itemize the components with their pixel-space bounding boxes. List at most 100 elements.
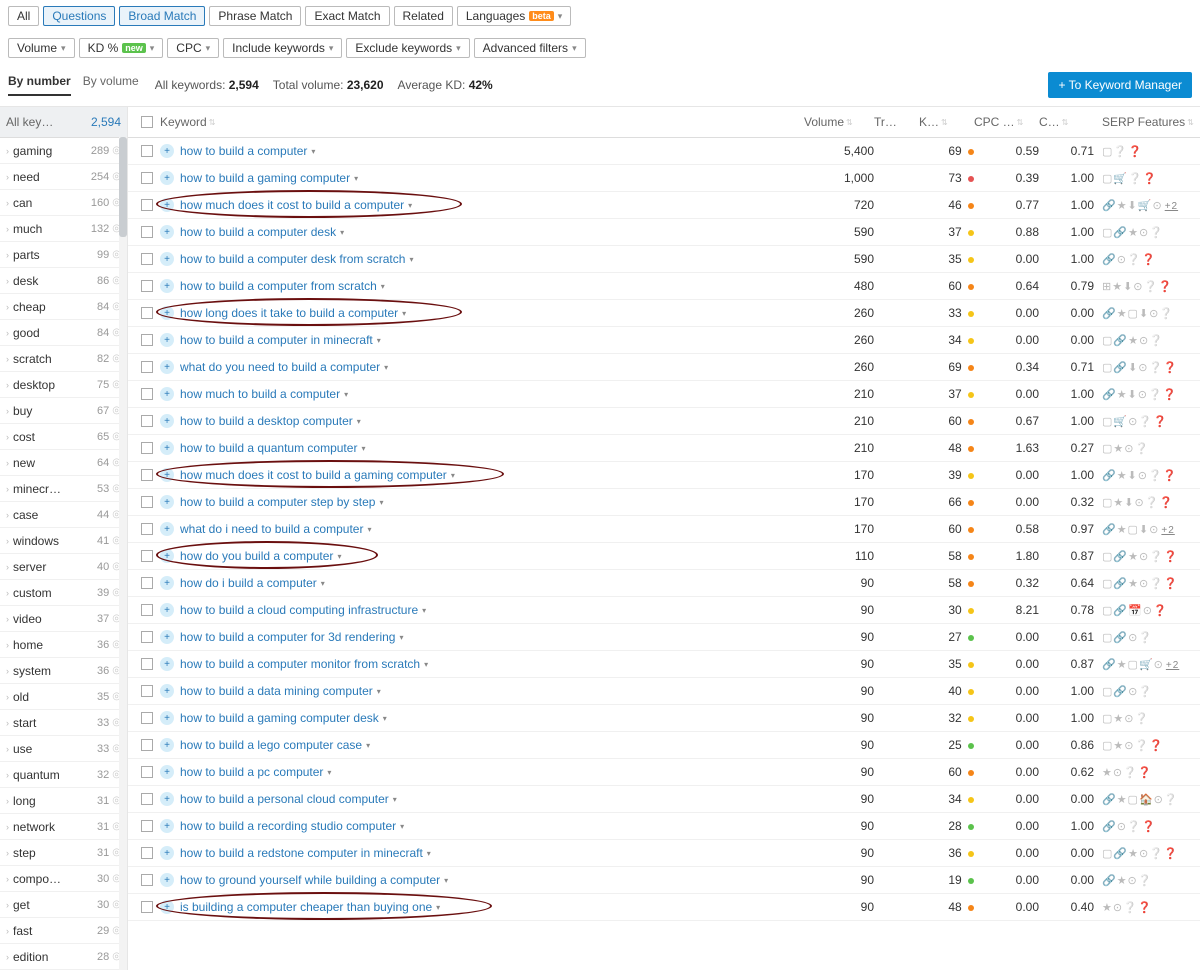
row-checkbox[interactable] [141,388,153,400]
col-cpc[interactable]: CPC … [974,115,1015,129]
keyword-link[interactable]: what do i need to build a computer [180,522,363,536]
chevron-down-icon[interactable]: ▾ [366,741,370,750]
sidebar-item[interactable]: ›server40◎ [0,554,127,580]
serp-extra-count[interactable]: +2 [1161,525,1174,536]
chevron-down-icon[interactable]: ▾ [408,201,412,210]
keyword-link[interactable]: is building a computer cheaper than buyi… [180,900,432,914]
col-kd[interactable]: K… [919,115,939,129]
chevron-down-icon[interactable]: ▾ [340,228,344,237]
chevron-down-icon[interactable]: ▾ [311,147,315,156]
sidebar-item[interactable]: ›buy67◎ [0,398,127,424]
row-checkbox[interactable] [141,550,153,562]
add-keyword-icon[interactable]: + [160,765,174,779]
keyword-link[interactable]: how to build a pc computer [180,765,323,779]
keyword-link[interactable]: how to build a computer [180,144,307,158]
keyword-link[interactable]: how to build a computer in minecraft [180,333,373,347]
add-keyword-icon[interactable]: + [160,630,174,644]
col-volume[interactable]: Volume [804,115,844,129]
filter-languages[interactable]: Languages beta ▾ [457,6,571,26]
sidebar-item[interactable]: ›edition28◎ [0,944,127,970]
add-keyword-icon[interactable]: + [160,684,174,698]
col-serp[interactable]: SERP Features [1102,115,1185,129]
add-keyword-icon[interactable]: + [160,414,174,428]
sidebar-scrollbar[interactable] [119,137,127,970]
chevron-down-icon[interactable]: ▾ [383,714,387,723]
sidebar-item[interactable]: ›cost65◎ [0,424,127,450]
keyword-link[interactable]: how to build a computer step by step [180,495,375,509]
sidebar-item[interactable]: ›good84◎ [0,320,127,346]
tab-by-volume[interactable]: By volume [83,74,139,96]
keyword-link[interactable]: how to build a gaming computer [180,171,350,185]
kd-filter[interactable]: KD % new▾ [79,38,164,58]
chevron-down-icon[interactable]: ▾ [344,390,348,399]
keyword-link[interactable]: how to build a recording studio computer [180,819,396,833]
keyword-link[interactable]: how to build a lego computer case [180,738,362,752]
add-keyword-icon[interactable]: + [160,441,174,455]
chevron-down-icon[interactable]: ▾ [354,174,358,183]
row-checkbox[interactable] [141,739,153,751]
sidebar-item[interactable]: ›scratch82◎ [0,346,127,372]
row-checkbox[interactable] [141,496,153,508]
chevron-down-icon[interactable]: ▾ [377,687,381,696]
chevron-down-icon[interactable]: ▾ [399,633,403,642]
add-keyword-icon[interactable]: + [160,144,174,158]
row-checkbox[interactable] [141,361,153,373]
sidebar-item[interactable]: ›new64◎ [0,450,127,476]
chevron-down-icon[interactable]: ▾ [400,822,404,831]
sidebar-header[interactable]: All key… 2,594 [0,107,127,138]
add-keyword-icon[interactable]: + [160,306,174,320]
sidebar-item[interactable]: ›minecr…53◎ [0,476,127,502]
add-keyword-icon[interactable]: + [160,603,174,617]
add-keyword-icon[interactable]: + [160,738,174,752]
cpc-filter[interactable]: CPC▾ [167,38,219,58]
sidebar-item[interactable]: ›video37◎ [0,606,127,632]
row-checkbox[interactable] [141,577,153,589]
sidebar-item[interactable]: ›desk86◎ [0,268,127,294]
row-checkbox[interactable] [141,685,153,697]
chevron-down-icon[interactable]: ▾ [451,471,455,480]
keyword-link[interactable]: how to build a computer for 3d rendering [180,630,395,644]
sidebar-item[interactable]: ›step31◎ [0,840,127,866]
sidebar-item[interactable]: ›start33◎ [0,710,127,736]
serp-extra-count[interactable]: +2 [1165,201,1178,212]
chevron-down-icon[interactable]: ▾ [337,552,341,561]
filter-exact-match[interactable]: Exact Match [305,6,389,26]
sidebar-item[interactable]: ›use33◎ [0,736,127,762]
keyword-link[interactable]: how to build a desktop computer [180,414,353,428]
row-checkbox[interactable] [141,145,153,157]
add-keyword-icon[interactable]: + [160,279,174,293]
keyword-link[interactable]: how to build a personal cloud computer [180,792,389,806]
chevron-down-icon[interactable]: ▾ [422,606,426,615]
add-keyword-icon[interactable]: + [160,873,174,887]
keyword-link[interactable]: how to build a quantum computer [180,441,357,455]
sidebar-item[interactable]: ›much132◎ [0,216,127,242]
keyword-link[interactable]: how much does it cost to build a compute… [180,198,404,212]
row-checkbox[interactable] [141,523,153,535]
include-keywords-filter[interactable]: Include keywords▾ [223,38,342,58]
chevron-down-icon[interactable]: ▾ [436,903,440,912]
sidebar-item[interactable]: ›old35◎ [0,684,127,710]
col-keyword[interactable]: Keyword [160,115,207,129]
sidebar-item[interactable]: ›compo…30◎ [0,866,127,892]
keyword-link[interactable]: how to build a data mining computer [180,684,373,698]
keyword-link[interactable]: how to build a cloud computing infrastru… [180,603,418,617]
keyword-link[interactable]: how to build a computer desk [180,225,336,239]
sidebar-item[interactable]: ›network31◎ [0,814,127,840]
row-checkbox[interactable] [141,253,153,265]
filter-all[interactable]: All [8,6,39,26]
row-checkbox[interactable] [141,307,153,319]
row-checkbox[interactable] [141,172,153,184]
chevron-down-icon[interactable]: ▾ [409,255,413,264]
serp-extra-count[interactable]: +2 [1166,660,1179,671]
chevron-down-icon[interactable]: ▾ [377,336,381,345]
add-keyword-icon[interactable]: + [160,468,174,482]
chevron-down-icon[interactable]: ▾ [424,660,428,669]
keyword-link[interactable]: how to build a redstone computer in mine… [180,846,423,860]
sidebar-item[interactable]: ›fast29◎ [0,918,127,944]
col-trend[interactable]: Tr… [874,115,897,129]
chevron-down-icon[interactable]: ▾ [379,498,383,507]
tab-by-number[interactable]: By number [8,74,71,96]
sidebar-item[interactable]: ›get30◎ [0,892,127,918]
sidebar-item[interactable]: ›desktop75◎ [0,372,127,398]
add-keyword-icon[interactable]: + [160,522,174,536]
